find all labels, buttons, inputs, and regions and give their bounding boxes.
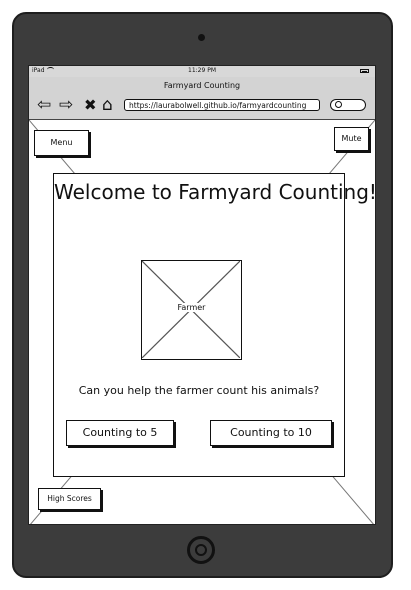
welcome-panel: Welcome to Farmyard Counting! Farmer Can… — [53, 173, 376, 477]
status-time: 11:29 PM — [188, 67, 216, 74]
farmer-label-text: Farmer — [176, 303, 207, 312]
battery-icon — [360, 69, 369, 73]
search-icon — [335, 101, 342, 108]
app-content: Menu Mute Welcome to Farmyard Counting! … — [29, 120, 376, 524]
browser-toolbar: Farmyard Counting ⇦ ⇨ ✖ ⌂ https://laurab… — [29, 77, 375, 120]
back-arrow-icon[interactable]: ⇦ — [37, 97, 51, 114]
browser-title: Farmyard Counting — [163, 81, 241, 90]
counting-to-5-button[interactable]: Counting to 5 — [66, 420, 174, 446]
camera-dot — [198, 34, 205, 41]
farmer-image-placeholder: Farmer — [141, 260, 242, 360]
page-title: Welcome to Farmyard Counting! — [54, 180, 376, 204]
screen: iPad 11:29 PM Farmyard Counting ⇦ ⇨ ✖ ⌂ … — [28, 65, 376, 525]
counting-to-10-button[interactable]: Counting to 10 — [210, 420, 332, 446]
menu-button[interactable]: Menu — [34, 130, 89, 156]
forward-arrow-icon[interactable]: ⇨ — [59, 97, 73, 114]
search-field[interactable] — [330, 99, 366, 111]
subtitle: Can you help the farmer count his animal… — [78, 384, 320, 397]
home-button-inner — [195, 544, 207, 556]
high-scores-button[interactable]: High Scores — [38, 488, 101, 510]
close-icon[interactable]: ✖ — [84, 97, 97, 114]
farmer-label: Farmer — [142, 303, 241, 312]
device-home-button[interactable] — [187, 536, 215, 564]
mute-button[interactable]: Mute — [334, 127, 369, 151]
url-field[interactable]: https://laurabolwell.github.io/farmyardc… — [124, 99, 320, 111]
home-icon[interactable]: ⌂ — [102, 97, 113, 114]
